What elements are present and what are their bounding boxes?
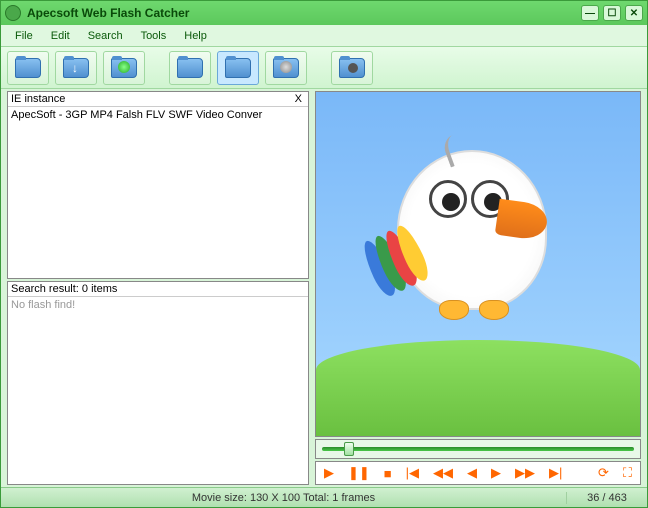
- fullscreen-button[interactable]: ⛶: [623, 465, 632, 481]
- globe-icon: [111, 58, 137, 78]
- seek-slider[interactable]: [315, 439, 641, 459]
- left-panel: IE instance X ApecSoft - 3GP MP4 Falsh F…: [7, 91, 309, 485]
- clock-icon: [273, 58, 299, 78]
- right-panel: ▶ ❚❚ ■ |◀ ◀◀ ◀ ▶ ▶▶ ▶| ⟳ ⛶: [315, 91, 641, 485]
- playback-controls: ▶ ❚❚ ■ |◀ ◀◀ ◀ ▶ ▶▶ ▶| ⟳ ⛶: [315, 461, 641, 485]
- pause-button[interactable]: ❚❚: [348, 465, 370, 481]
- stop-button[interactable]: ■: [384, 466, 392, 481]
- app-window: Apecsoft Web Flash Catcher — ☐ ✕ File Ed…: [0, 0, 648, 508]
- folder-icon: [15, 58, 41, 78]
- ie-instance-item[interactable]: ApecSoft - 3GP MP4 Falsh FLV SWF Video C…: [11, 108, 305, 122]
- menubar: File Edit Search Tools Help: [1, 25, 647, 47]
- step-fwd-button[interactable]: ▶: [491, 465, 501, 481]
- menu-search[interactable]: Search: [80, 28, 131, 44]
- close-button[interactable]: ✕: [625, 5, 643, 21]
- ie-panel-title: IE instance: [11, 93, 65, 105]
- fast-fwd-button[interactable]: ▶▶: [515, 465, 535, 481]
- preview-area: [315, 91, 641, 437]
- last-button[interactable]: ▶|: [549, 465, 562, 481]
- menu-file[interactable]: File: [7, 28, 41, 44]
- first-button[interactable]: |◀: [406, 465, 419, 481]
- folder-icon: [225, 58, 251, 78]
- gear-icon: [339, 58, 365, 78]
- maximize-button[interactable]: ☐: [603, 5, 621, 21]
- window-title: Apecsoft Web Flash Catcher: [27, 6, 581, 20]
- status-frame-count: 36 / 463: [567, 492, 647, 504]
- slider-thumb[interactable]: [344, 442, 354, 456]
- search-empty-text: No flash find!: [11, 298, 305, 312]
- ie-panel-close[interactable]: X: [292, 93, 305, 105]
- menu-help[interactable]: Help: [176, 28, 215, 44]
- search-panel-title: Search result: 0 items: [11, 283, 117, 295]
- folder-icon: [177, 58, 203, 78]
- download-icon: [63, 58, 89, 78]
- preview-grass: [316, 340, 640, 436]
- app-icon: [5, 5, 21, 21]
- status-movie-info: Movie size: 130 X 100 Total: 1 frames: [1, 492, 567, 504]
- history-button[interactable]: [265, 51, 307, 85]
- minimize-button[interactable]: —: [581, 5, 599, 21]
- content-area: IE instance X ApecSoft - 3GP MP4 Falsh F…: [1, 89, 647, 487]
- slider-track[interactable]: [322, 447, 634, 451]
- folder-button-2[interactable]: [217, 51, 259, 85]
- folder-button-1[interactable]: [169, 51, 211, 85]
- statusbar: Movie size: 130 X 100 Total: 1 frames 36…: [1, 487, 647, 507]
- menu-edit[interactable]: Edit: [43, 28, 78, 44]
- web-button[interactable]: [103, 51, 145, 85]
- play-button[interactable]: ▶: [324, 465, 334, 481]
- settings-button[interactable]: [331, 51, 373, 85]
- search-result-panel: Search result: 0 items No flash find!: [7, 281, 309, 485]
- bird-character: [397, 150, 547, 310]
- loop-button[interactable]: ⟳: [598, 465, 609, 481]
- step-back-button[interactable]: ◀: [467, 465, 477, 481]
- toolbar: [1, 47, 647, 89]
- titlebar: Apecsoft Web Flash Catcher — ☐ ✕: [1, 1, 647, 25]
- ie-instance-panel: IE instance X ApecSoft - 3GP MP4 Falsh F…: [7, 91, 309, 279]
- menu-tools[interactable]: Tools: [133, 28, 175, 44]
- rewind-button[interactable]: ◀◀: [433, 465, 453, 481]
- download-button[interactable]: [55, 51, 97, 85]
- open-folder-button[interactable]: [7, 51, 49, 85]
